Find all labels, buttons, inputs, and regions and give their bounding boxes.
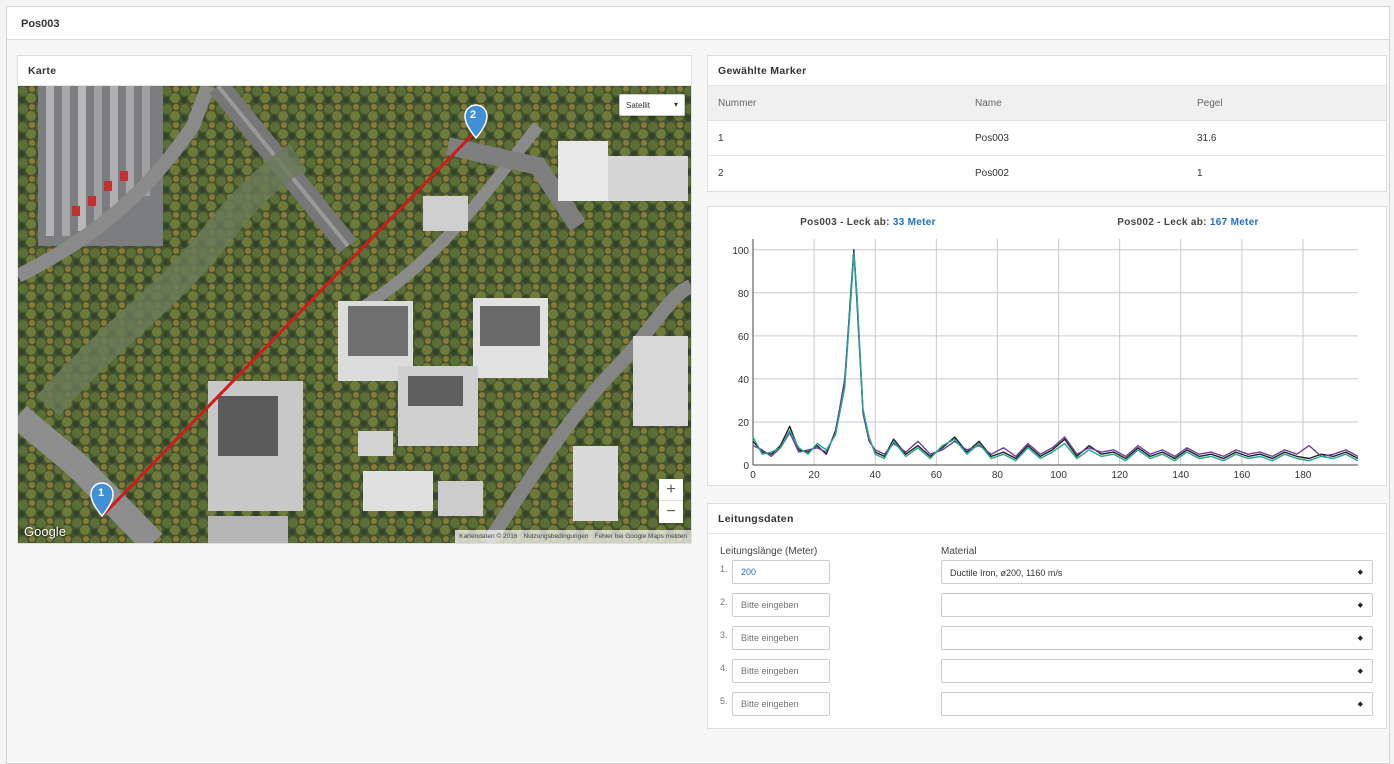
series-line-3 xyxy=(752,253,1359,462)
row-number: 1. xyxy=(720,564,728,574)
x-tick-label: 160 xyxy=(1234,470,1251,481)
table-row[interactable]: 2 Pos002 1 xyxy=(708,156,1386,191)
app-frame: Pos003 Karte 2 1 Satellit ▾ + − Google K… xyxy=(6,6,1390,764)
selected-markers-panel: Gewählte Marker Nummer Name Pegel 1 Pos0… xyxy=(707,55,1387,192)
markers-panel-title: Gewählte Marker xyxy=(708,56,1386,86)
cell-number: 1 xyxy=(718,132,724,144)
table-row[interactable]: 1 Pos003 31.6 xyxy=(708,121,1386,156)
report-error-link[interactable]: Fehler bei Google Maps melden xyxy=(595,533,688,540)
y-tick-label: 80 xyxy=(738,289,750,300)
map-marker-1-label[interactable]: 1 xyxy=(98,487,104,499)
satellite-map[interactable]: 2 1 Satellit ▾ + − Google Kartendaten © … xyxy=(18,86,691,543)
chart-annotation-1: Pos003 - Leck ab: 33 Meter xyxy=(800,217,936,228)
x-tick-label: 100 xyxy=(1050,470,1067,481)
series-line-1 xyxy=(752,249,1359,460)
length-input-1[interactable] xyxy=(732,560,830,584)
pipe-row-4: 4. ◆ xyxy=(708,659,1386,683)
pipe-row-1: 1. Ductile Iron, ø200, 1160 m/s ◆ xyxy=(708,560,1386,584)
y-tick-label: 40 xyxy=(738,375,750,386)
leak-chart: Pos003 - Leck ab: 33 Meter Pos002 - Leck … xyxy=(732,217,1359,481)
cell-number: 2 xyxy=(718,168,724,179)
cell-level: 31.6 xyxy=(1197,132,1217,144)
row-number: 3. xyxy=(720,630,728,640)
length-input-5[interactable] xyxy=(732,692,830,716)
zoom-out-button[interactable]: − xyxy=(659,501,683,523)
pipe-panel-title: Leitungsdaten xyxy=(708,504,1386,534)
material-select-1[interactable]: Ductile Iron, ø200, 1160 m/s ◆ xyxy=(941,560,1373,584)
map-type-label: Satellit xyxy=(626,101,651,110)
material-select-5[interactable]: ◆ xyxy=(941,692,1373,716)
y-tick-label: 60 xyxy=(738,332,750,343)
length-column-header: Leitungslänge (Meter) xyxy=(720,546,818,557)
material-column-header: Material xyxy=(941,546,977,557)
pipe-row-2: 2. ◆ xyxy=(708,593,1386,617)
map-panel: Karte 2 1 Satellit ▾ + − Google Kartenda… xyxy=(17,55,692,544)
length-input-3[interactable] xyxy=(732,626,830,650)
material-select-2[interactable]: ◆ xyxy=(941,593,1373,617)
pipe-data-panel: Leitungsdaten Leitungslänge (Meter) Mate… xyxy=(707,503,1387,729)
pipe-row-3: 3. ◆ xyxy=(708,626,1386,650)
map-footer: Kartendaten © 2016 Nutzungsbedingungen F… xyxy=(455,530,691,543)
cell-level: 1 xyxy=(1197,168,1203,179)
material-select-3[interactable]: ◆ xyxy=(941,626,1373,650)
terms-link[interactable]: Nutzungsbedingungen xyxy=(523,533,588,540)
table-header: Nummer Name Pegel xyxy=(708,86,1386,121)
x-tick-label: 20 xyxy=(809,470,821,481)
google-logo: Google xyxy=(24,524,66,539)
x-tick-label: 120 xyxy=(1111,470,1128,481)
y-tick-label: 20 xyxy=(738,418,750,429)
column-header-number: Nummer xyxy=(718,97,757,109)
chart-annotation-2: Pos002 - Leck ab: 167 Meter xyxy=(1117,217,1259,228)
row-number: 2. xyxy=(720,597,728,607)
chevron-down-icon: ▾ xyxy=(673,100,678,109)
y-tick-label: 100 xyxy=(732,246,749,257)
select-arrow-icon: ◆ xyxy=(1357,635,1363,642)
select-arrow-icon: ◆ xyxy=(1357,701,1363,708)
x-tick-label: 60 xyxy=(931,470,943,481)
column-header-name: Name xyxy=(975,97,1002,109)
map-data-credit: Kartendaten © 2016 xyxy=(459,533,518,540)
select-arrow-icon: ◆ xyxy=(1357,602,1363,609)
x-tick-label: 0 xyxy=(750,470,756,481)
x-tick-label: 140 xyxy=(1172,470,1189,481)
cell-name: Pos003 xyxy=(975,132,1009,144)
material-value: Ductile Iron, ø200, 1160 m/s xyxy=(950,568,1063,578)
map-imagery xyxy=(18,86,691,543)
page-title: Pos003 xyxy=(7,7,1389,40)
x-tick-label: 180 xyxy=(1295,470,1312,481)
leak-chart-panel: Pos003 - Leck ab: 33 Meter Pos002 - Leck … xyxy=(707,206,1387,486)
y-tick-label: 0 xyxy=(743,461,749,472)
map-marker-2-label[interactable]: 2 xyxy=(470,109,476,121)
select-arrow-icon: ◆ xyxy=(1357,569,1363,576)
x-tick-label: 40 xyxy=(870,470,882,481)
pipe-row-5: 5. ◆ xyxy=(708,692,1386,716)
map-panel-title: Karte xyxy=(18,56,691,86)
column-header-level: Pegel xyxy=(1197,97,1223,109)
row-number: 4. xyxy=(720,663,728,673)
length-input-2[interactable] xyxy=(732,593,830,617)
map-type-select[interactable]: Satellit ▾ xyxy=(619,94,685,116)
x-tick-label: 80 xyxy=(992,470,1004,481)
material-select-4[interactable]: ◆ xyxy=(941,659,1373,683)
zoom-in-button[interactable]: + xyxy=(659,479,683,501)
row-number: 5. xyxy=(720,696,728,706)
length-input-4[interactable] xyxy=(732,659,830,683)
select-arrow-icon: ◆ xyxy=(1357,668,1363,675)
cell-name: Pos002 xyxy=(975,168,1009,179)
series-line-2 xyxy=(752,251,1359,458)
